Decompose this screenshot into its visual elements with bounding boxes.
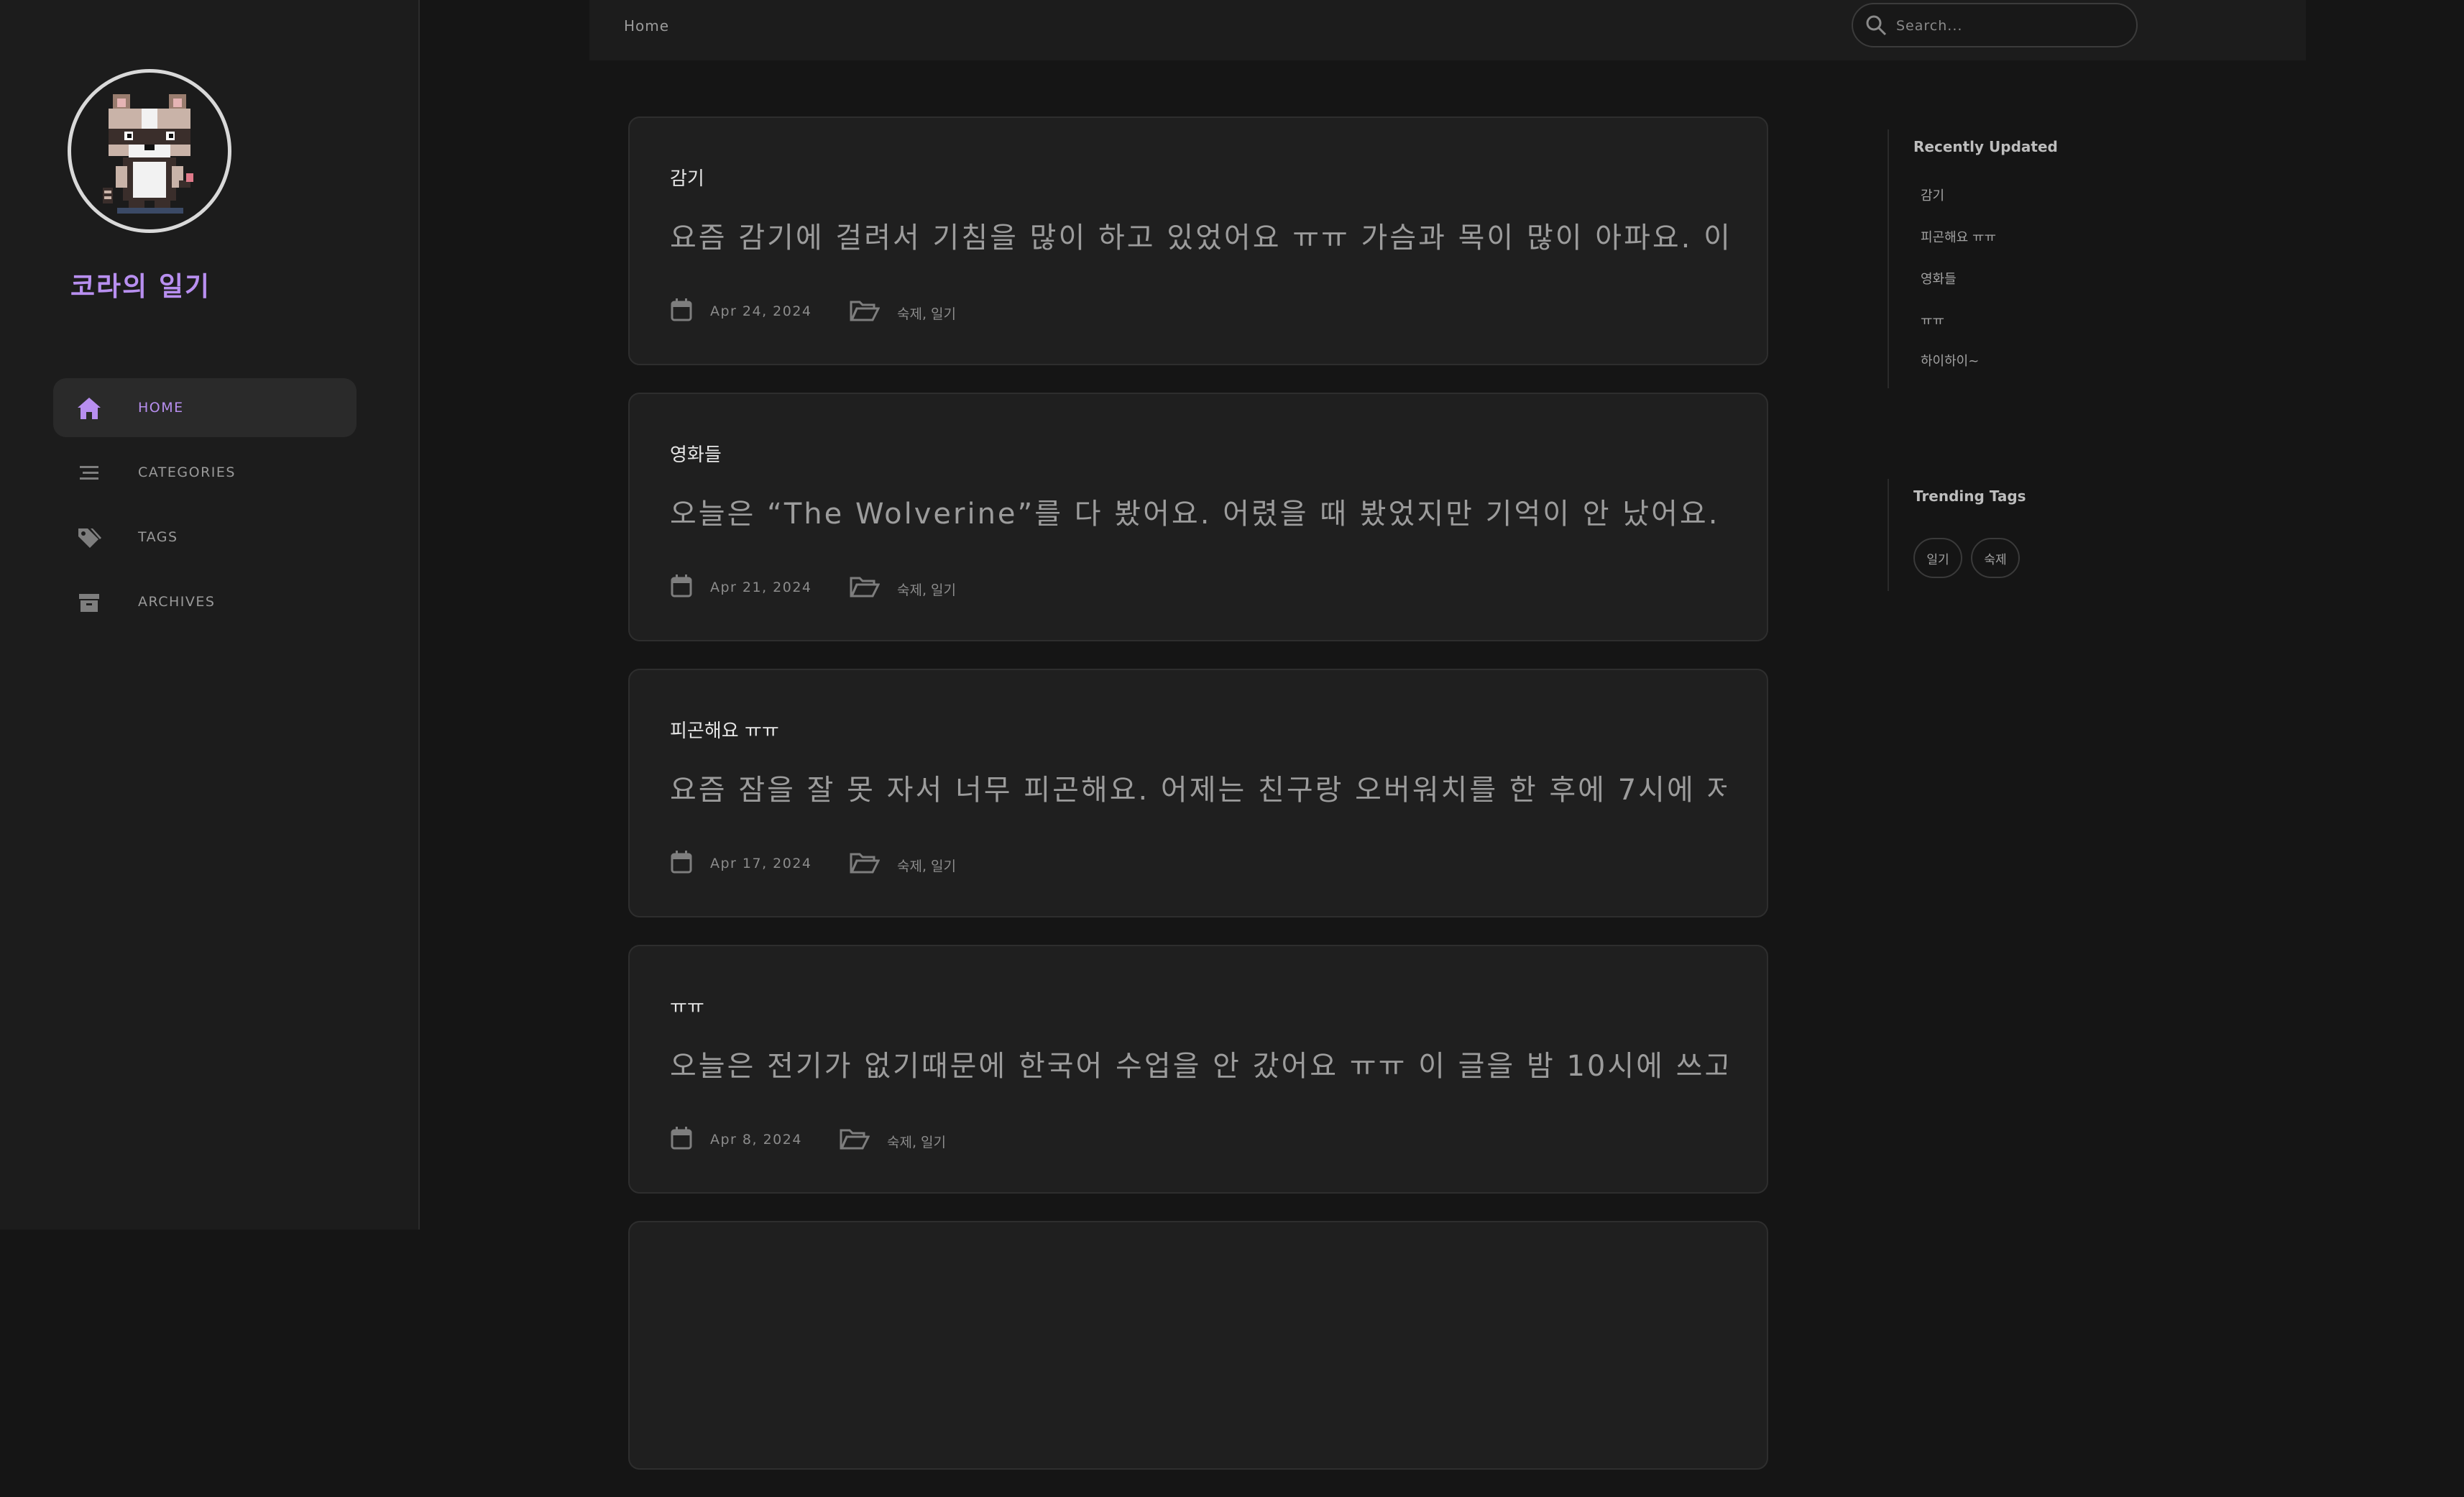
- post-date: Apr 24, 2024: [710, 303, 812, 319]
- post-categories[interactable]: 숙제, 일기: [897, 303, 956, 323]
- tags-icon: [78, 528, 101, 548]
- search-input[interactable]: [1895, 14, 2128, 37]
- post-title[interactable]: ㅠㅠ: [670, 992, 704, 1019]
- post-meta: Apr 24, 2024 숙제, 일기: [670, 298, 1389, 326]
- site-title[interactable]: 코라의 일기: [70, 265, 211, 303]
- post-card[interactable]: 피곤해요 ㅠㅠ 요즘 잠을 잘 못 자서 너무 피곤해요. 어제는 친구랑 오버…: [628, 669, 1768, 917]
- sidebar-item-label: HOME: [138, 400, 184, 416]
- topbar: Home: [589, 0, 2306, 60]
- post-meta: Apr 17, 2024 숙제, 일기: [670, 850, 1389, 879]
- folder-open-icon: [840, 1129, 870, 1150]
- tag-pill[interactable]: 일기: [1913, 538, 1962, 578]
- recent-item[interactable]: 하이하이~: [1921, 351, 1979, 370]
- categories-icon: [80, 466, 98, 480]
- post-categories[interactable]: 숙제, 일기: [887, 1132, 946, 1151]
- post-date: Apr 17, 2024: [710, 856, 812, 871]
- calendar-icon: [671, 574, 692, 598]
- trending-tags-panel: Trending Tags 일기 숙제: [1888, 479, 2119, 591]
- post-card[interactable]: ㅠㅠ 오늘은 전기가 없기때문에 한국어 수업을 안 갔어요 ㅠㅠ 이 글을 밤…: [628, 945, 1768, 1194]
- post-excerpt: 요즘 감기에 걸려서 기침을 많이 하고 있었어요 ㅠㅠ 가슴과 목이 많이 아…: [670, 221, 1727, 255]
- post-title[interactable]: 영화들: [670, 440, 722, 467]
- search-box[interactable]: [1852, 3, 2138, 47]
- archives-icon: [79, 594, 99, 612]
- raccoon-avatar-image: [103, 94, 193, 214]
- sidebar-item-archives[interactable]: ARCHIVES: [53, 572, 357, 631]
- post-excerpt: 요즘 잠을 잘 못 자서 너무 피곤해요. 어제는 친구랑 오버워치를 한 후에…: [670, 774, 1727, 807]
- sidebar: 코라의 일기 HOME CATEGORIES TAGS ARCHIVES: [0, 0, 420, 1230]
- folder-open-icon: [850, 577, 880, 598]
- sidebar-item-label: CATEGORIES: [138, 464, 236, 480]
- avatar[interactable]: [68, 69, 231, 233]
- panel-heading: Recently Updated: [1913, 138, 2058, 155]
- calendar-icon: [671, 298, 692, 321]
- sidebar-item-label: TAGS: [138, 529, 178, 545]
- post-card[interactable]: 감기 요즘 감기에 걸려서 기침을 많이 하고 있었어요 ㅠㅠ 가슴과 목이 많…: [628, 116, 1768, 365]
- recent-item[interactable]: 감기: [1921, 186, 1944, 204]
- post-categories[interactable]: 숙제, 일기: [897, 580, 956, 599]
- post-card[interactable]: 영화들 오늘은 “The Wolverine”를 다 봤어요. 어렸을 때 봤었…: [628, 393, 1768, 641]
- post-date: Apr 8, 2024: [710, 1132, 802, 1148]
- post-date: Apr 21, 2024: [710, 580, 812, 595]
- tag-pill[interactable]: 숙제: [1971, 538, 2020, 578]
- panel-heading: Trending Tags: [1913, 487, 2026, 505]
- post-meta: Apr 8, 2024 숙제, 일기: [670, 1126, 1389, 1155]
- sidebar-item-home[interactable]: HOME: [53, 378, 357, 437]
- post-card[interactable]: [628, 1221, 1768, 1470]
- search-icon: [1866, 15, 1887, 36]
- sidebar-item-categories[interactable]: CATEGORIES: [53, 443, 357, 502]
- post-categories[interactable]: 숙제, 일기: [897, 856, 956, 875]
- post-list: 감기 요즘 감기에 걸려서 기침을 많이 하고 있었어요 ㅠㅠ 가슴과 목이 많…: [628, 116, 1768, 1497]
- post-title[interactable]: 감기: [670, 164, 704, 191]
- sidebar-nav: HOME CATEGORIES TAGS ARCHIVES: [53, 378, 357, 637]
- recent-item[interactable]: 피곤해요 ㅠㅠ: [1921, 227, 1996, 246]
- post-excerpt: 오늘은 “The Wolverine”를 다 봤어요. 어렸을 때 봤었지만 기…: [670, 498, 1727, 531]
- calendar-icon: [671, 1127, 692, 1150]
- home-icon: [78, 398, 101, 419]
- sidebar-item-label: ARCHIVES: [138, 594, 216, 610]
- sidebar-item-tags[interactable]: TAGS: [53, 508, 357, 567]
- calendar-icon: [671, 851, 692, 874]
- post-title[interactable]: 피곤해요 ㅠㅠ: [670, 716, 779, 743]
- breadcrumb[interactable]: Home: [624, 17, 669, 35]
- folder-open-icon: [850, 301, 880, 321]
- recent-item[interactable]: ㅠㅠ: [1921, 311, 1944, 329]
- recent-item[interactable]: 영화들: [1921, 269, 1957, 288]
- recently-updated-panel: Recently Updated 감기 피곤해요 ㅠㅠ 영화들 ㅠㅠ 하이하이~: [1888, 129, 2119, 388]
- post-excerpt: 오늘은 전기가 없기때문에 한국어 수업을 안 갔어요 ㅠㅠ 이 글을 밤 10…: [670, 1050, 1727, 1083]
- folder-open-icon: [850, 853, 880, 874]
- post-meta: Apr 21, 2024 숙제, 일기: [670, 574, 1389, 603]
